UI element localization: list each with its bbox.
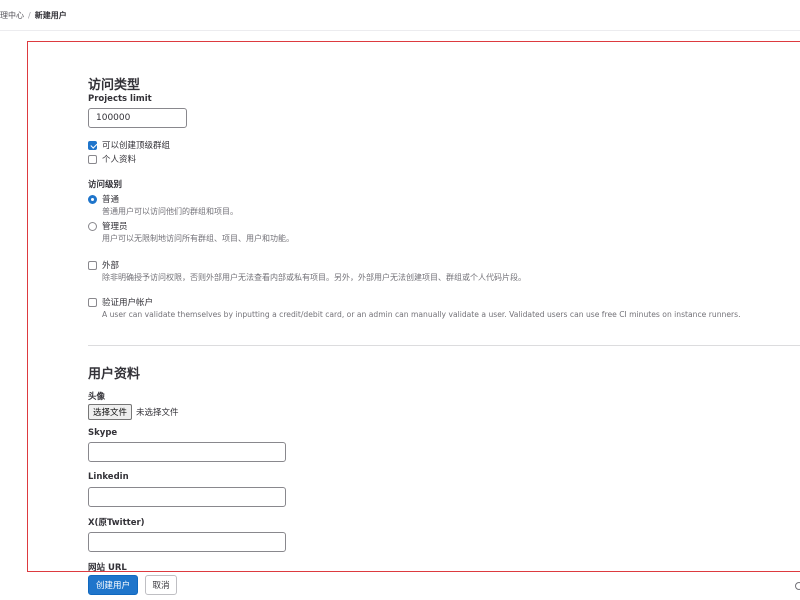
admin-help-text: 用户可以无限制地访问所有群组、项目、用户和功能。 [102,234,294,243]
skype-input[interactable] [88,442,286,462]
header-divider [0,30,800,31]
private-profile-checkbox[interactable] [88,154,97,164]
can-create-group-label: 可以创建顶级群组 [102,141,171,151]
breadcrumb-current: 新建用户 [34,11,67,20]
choose-file-button[interactable]: 选择文件 [88,404,133,420]
website-label: 网站 URL [88,563,127,573]
private-profile-row[interactable]: 个人资料 [88,153,136,165]
can-create-group-checkbox[interactable] [88,140,97,150]
breadcrumb-separator: / [28,11,31,20]
validate-help-text: A user can validate themselves by inputt… [102,310,741,319]
validate-label: 验证用户帐户 [102,298,154,308]
external-label: 外部 [102,261,120,271]
cancel-button[interactable]: 取消 [145,575,177,595]
admin-option[interactable]: 管理员 [88,220,128,232]
help-icon[interactable] [795,582,800,590]
regular-help-text: 普通用户可以访问他们的群组和项目。 [102,207,238,216]
avatar-label: 头像 [88,392,106,402]
admin-radio[interactable] [88,221,97,231]
external-row[interactable]: 外部 [88,259,119,271]
regular-radio[interactable] [88,194,97,204]
file-status-text: 未选择文件 [136,408,179,418]
twitter-label: X(原Twitter) [88,518,145,528]
admin-label: 管理员 [102,222,128,232]
breadcrumb: 理中心 / 新建用户 [0,10,67,21]
twitter-input[interactable] [88,532,286,552]
profile-section-title: 用户资料 [88,367,141,382]
access-level-label: 访问级别 [88,180,123,190]
projects-limit-input[interactable] [88,108,187,128]
validate-row[interactable]: 验证用户帐户 [88,296,153,308]
regular-label: 普通 [102,195,120,205]
avatar-file-picker: 选择文件 未选择文件 [88,404,179,420]
external-checkbox[interactable] [88,260,97,270]
linkedin-label: Linkedin [88,472,129,482]
can-create-group-row[interactable]: 可以创建顶级群组 [88,139,170,151]
external-help-text: 除非明确授予访问权限，否则外部用户无法查看内部或私有项目。另外，外部用户无法创建… [102,273,526,282]
access-section-title: 访问类型 [88,78,141,93]
regular-option[interactable]: 普通 [88,193,119,205]
create-user-button[interactable]: 创建用户 [88,575,138,595]
breadcrumb-parent-link[interactable]: 理中心 [0,11,24,20]
section-divider [88,345,800,346]
validate-checkbox[interactable] [88,297,97,307]
private-profile-label: 个人资料 [102,155,137,165]
projects-limit-label: Projects limit [88,94,152,104]
linkedin-input[interactable] [88,487,286,507]
skype-label: Skype [88,428,118,438]
